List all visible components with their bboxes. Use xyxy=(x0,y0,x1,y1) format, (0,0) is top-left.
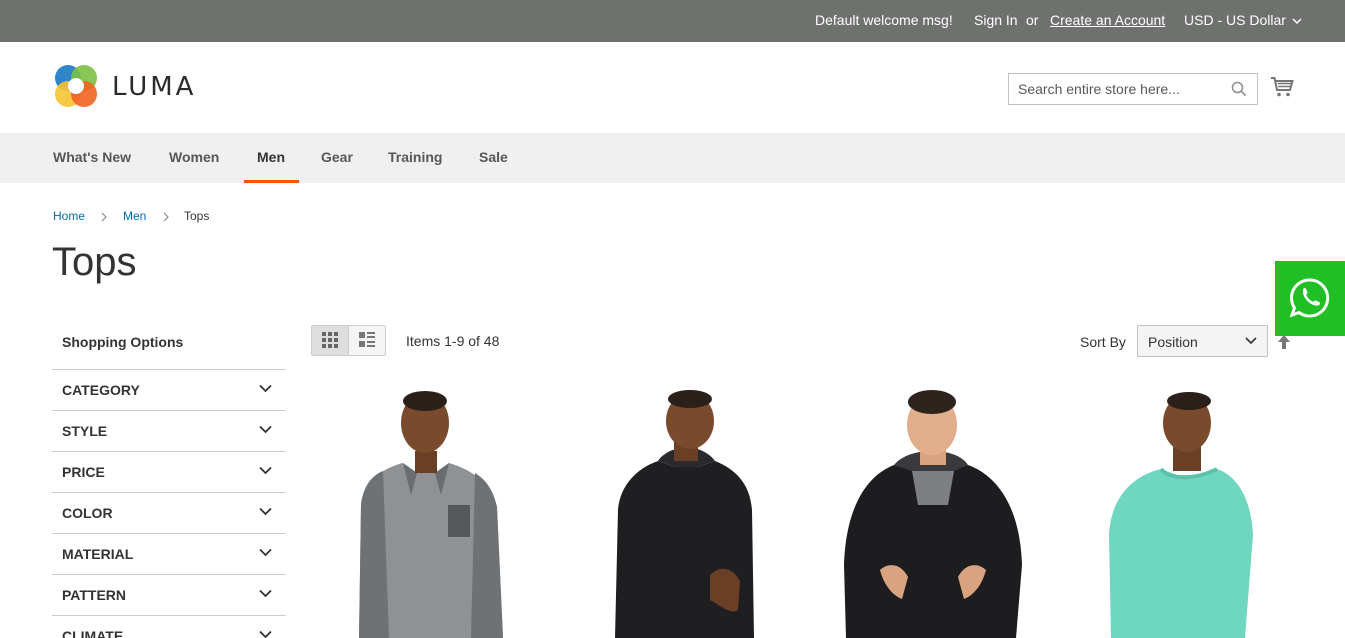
grid-icon xyxy=(322,332,338,348)
logo-text: LUMA xyxy=(112,72,197,102)
items-count: Items 1-9 of 48 xyxy=(406,333,500,349)
breadcrumb-home[interactable]: Home xyxy=(53,209,85,223)
list-icon xyxy=(359,332,375,347)
sort-by-value: Position xyxy=(1148,334,1198,350)
chevron-down-icon xyxy=(259,630,272,638)
chevron-down-icon xyxy=(1245,337,1257,345)
currency-switcher[interactable]: USD - US Dollar xyxy=(1184,12,1302,28)
filter-pattern[interactable]: PATTERN xyxy=(52,574,286,615)
breadcrumb-separator-icon xyxy=(101,212,107,222)
main-navigation: What's New Women Men Gear Training Sale xyxy=(0,133,1345,183)
product-image xyxy=(311,385,551,638)
filter-label: PRICE xyxy=(62,464,105,480)
nav-item-whats-new[interactable]: What's New xyxy=(53,149,131,165)
active-nav-indicator xyxy=(244,180,299,183)
product-item[interactable] xyxy=(1065,385,1305,638)
breadcrumb-current: Tops xyxy=(184,209,210,223)
nav-item-training[interactable]: Training xyxy=(388,149,442,165)
chevron-down-icon xyxy=(259,589,272,598)
shopping-options-title: Shopping Options xyxy=(62,334,184,350)
filter-category[interactable]: CATEGORY xyxy=(52,369,286,410)
cart-icon[interactable] xyxy=(1270,76,1294,98)
product-item[interactable] xyxy=(818,385,1058,638)
filter-style[interactable]: STYLE xyxy=(52,410,286,451)
filter-label: MATERIAL xyxy=(62,546,134,562)
chevron-down-icon xyxy=(259,507,272,516)
filter-price[interactable]: PRICE xyxy=(52,451,286,492)
search-input[interactable]: Search entire store here... xyxy=(1008,73,1258,105)
breadcrumb-men[interactable]: Men xyxy=(123,209,146,223)
breadcrumb-separator-icon xyxy=(163,212,169,222)
product-item[interactable] xyxy=(570,385,810,638)
grid-view-button[interactable] xyxy=(312,326,349,355)
product-image xyxy=(818,385,1058,638)
filter-label: CATEGORY xyxy=(62,382,140,398)
product-image xyxy=(1065,385,1295,638)
nav-item-sale[interactable]: Sale xyxy=(479,149,508,165)
sort-by-label: Sort By xyxy=(1080,334,1126,350)
logo[interactable]: LUMA xyxy=(53,64,203,110)
nav-item-men[interactable]: Men xyxy=(257,149,285,165)
list-view-button[interactable] xyxy=(349,326,385,355)
or-text: or xyxy=(1026,12,1039,28)
filter-climate[interactable]: CLIMATE xyxy=(52,615,286,638)
chevron-down-icon xyxy=(259,466,272,475)
whatsapp-button[interactable] xyxy=(1275,261,1345,336)
chevron-down-icon xyxy=(259,425,272,434)
chevron-down-icon xyxy=(259,548,272,557)
search-icon[interactable] xyxy=(1231,81,1247,97)
filter-label: COLOR xyxy=(62,505,113,521)
whatsapp-icon xyxy=(1289,278,1330,318)
filter-label: STYLE xyxy=(62,423,108,439)
currency-label: USD - US Dollar xyxy=(1184,12,1286,28)
view-mode-switcher xyxy=(311,325,386,356)
product-item[interactable] xyxy=(311,385,551,638)
filter-label: CLIMATE xyxy=(62,628,124,638)
chevron-down-icon xyxy=(1292,18,1302,25)
page-header: LUMA Search entire store here... xyxy=(0,42,1345,133)
search-placeholder: Search entire store here... xyxy=(1018,81,1180,97)
filter-color[interactable]: COLOR xyxy=(52,492,286,533)
nav-item-women[interactable]: Women xyxy=(169,149,219,165)
create-account-link[interactable]: Create an Account xyxy=(1050,12,1165,28)
sort-by-select[interactable]: Position xyxy=(1137,325,1268,357)
luma-logo-icon xyxy=(55,65,97,107)
filter-material[interactable]: MATERIAL xyxy=(52,533,286,574)
filter-label: PATTERN xyxy=(62,587,127,603)
sort-direction-arrow-icon[interactable] xyxy=(1276,333,1292,351)
sign-in-link[interactable]: Sign In xyxy=(974,12,1018,28)
nav-item-gear[interactable]: Gear xyxy=(321,149,353,165)
page-title: Tops xyxy=(52,240,137,284)
product-image xyxy=(570,385,810,638)
top-bar: Default welcome msg! Sign In or Create a… xyxy=(0,0,1345,42)
chevron-down-icon xyxy=(259,384,272,393)
welcome-message: Default welcome msg! xyxy=(815,12,953,28)
